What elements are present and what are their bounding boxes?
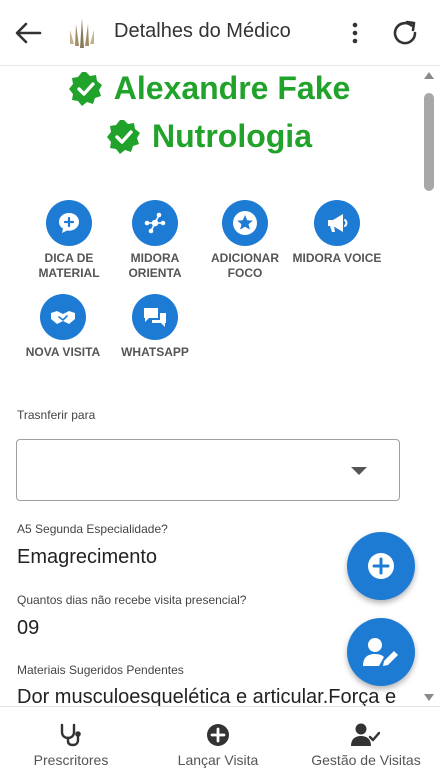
scrollbar[interactable] xyxy=(420,66,438,706)
action-circle xyxy=(132,200,178,246)
edit-user-fab-button[interactable] xyxy=(347,618,415,686)
bottom-navigation: Prescritores Lançar Visita Gestão de Vis… xyxy=(0,706,440,782)
action-midora-orienta[interactable]: MIDORA ORIENTA xyxy=(110,200,200,281)
plus-circle-icon xyxy=(207,724,229,746)
star-icon xyxy=(233,211,257,235)
doctor-specialty: Nutrologia xyxy=(152,118,312,154)
action-circle xyxy=(40,294,86,340)
refresh-icon[interactable] xyxy=(388,16,422,50)
nav-lancar-visita[interactable]: Lançar Visita xyxy=(166,707,270,782)
transfer-select[interactable] xyxy=(16,439,400,501)
action-adicionar-foco[interactable]: ADICIONAR FOCO xyxy=(200,200,290,281)
nav-prescritores[interactable]: Prescritores xyxy=(18,707,124,782)
action-label: WHATSAPP xyxy=(121,345,189,359)
app-bar: Detalhes do Médico xyxy=(0,0,440,66)
action-label: MIDORA ORIENTA xyxy=(128,251,182,280)
nav-label: Prescritores xyxy=(33,752,109,768)
action-circle xyxy=(222,200,268,246)
megaphone-icon xyxy=(328,214,348,232)
add-fab-button[interactable] xyxy=(347,532,415,600)
stethoscope-icon xyxy=(60,723,81,747)
action-nova-visita[interactable]: NOVA VISITA xyxy=(18,294,108,360)
verified-badge-icon xyxy=(68,71,102,106)
doctor-specialty-row: Nutrologia xyxy=(0,118,418,155)
doctor-name-row: Alexandre Fake xyxy=(0,70,418,107)
page-title: Detalhes do Médico xyxy=(114,20,291,42)
action-label: MIDORA VOICE xyxy=(292,251,382,265)
handshake-icon xyxy=(51,311,75,324)
second-specialty-value: Emagrecimento xyxy=(17,546,158,568)
share-network-icon xyxy=(144,212,166,234)
chat-plus-icon xyxy=(59,213,79,233)
chat-bubbles-icon xyxy=(144,308,166,327)
dropdown-arrow-icon xyxy=(351,467,367,475)
doctor-details-content[interactable]: Alexandre Fake Nutrologia DICA DE MATERI… xyxy=(0,66,418,706)
action-midora-voice[interactable]: MIDORA VOICE xyxy=(292,200,382,266)
action-label: NOVA VISITA xyxy=(25,345,101,359)
nav-gestao-de-visitas[interactable]: Gestão de Visitas xyxy=(306,707,426,782)
action-dica-de-material[interactable]: DICA DE MATERIAL xyxy=(24,200,114,281)
scroll-down-arrow-icon[interactable] xyxy=(424,694,434,701)
action-circle xyxy=(314,200,360,246)
action-circle xyxy=(132,294,178,340)
arrow-left-icon[interactable] xyxy=(12,18,44,48)
action-label: DICA DE MATERIAL xyxy=(38,251,100,280)
user-edit-icon xyxy=(363,638,398,666)
nav-label: Lançar Visita xyxy=(177,752,259,768)
more-vert-icon[interactable] xyxy=(340,18,370,48)
days-without-visit-value: 09 xyxy=(17,617,40,639)
user-check-icon xyxy=(351,723,381,746)
pending-materials-value: Dor musculoesquelética e articular.Força… xyxy=(17,686,397,706)
pending-materials-label: Materiais Sugeridos Pendentes xyxy=(17,663,184,677)
nav-label: Gestão de Visitas xyxy=(311,752,421,768)
action-whatsapp[interactable]: WHATSAPP xyxy=(110,294,200,360)
scrollbar-thumb[interactable] xyxy=(424,93,434,191)
action-label: ADICIONAR FOCO xyxy=(211,251,279,280)
second-specialty-label: A5 Segunda Especialidade? xyxy=(17,522,168,536)
brand-logo-icon xyxy=(70,18,94,48)
action-circle xyxy=(46,200,92,246)
verified-badge-icon xyxy=(107,119,140,154)
scroll-up-arrow-icon[interactable] xyxy=(424,72,434,79)
transfer-label: Trasnferir para xyxy=(17,408,96,422)
days-without-visit-label: Quantos dias não recebe visita presencia… xyxy=(17,593,247,607)
plus-circle-icon xyxy=(368,553,394,579)
doctor-name: Alexandre Fake xyxy=(113,70,351,106)
